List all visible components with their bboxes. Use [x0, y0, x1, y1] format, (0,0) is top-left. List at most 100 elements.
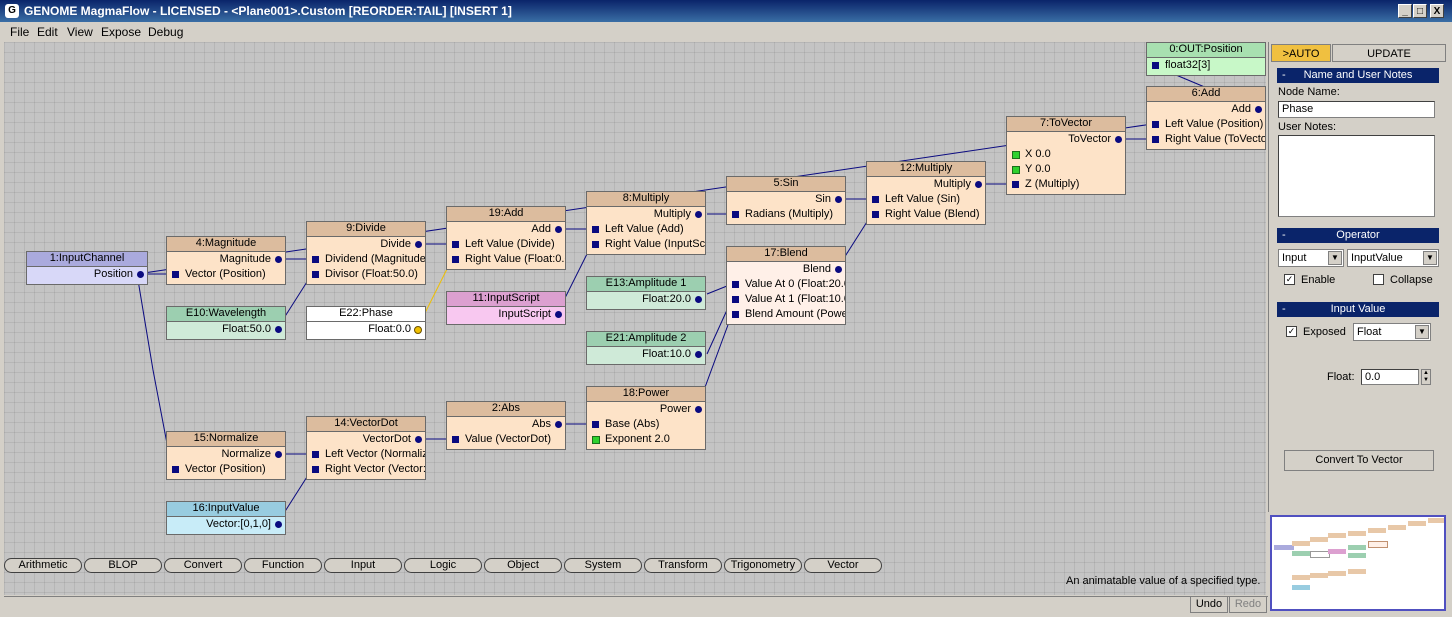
undo-button[interactable]: Undo: [1190, 596, 1228, 613]
input-value-section-header[interactable]: - Input Value: [1277, 302, 1439, 317]
category-object-button[interactable]: Object: [484, 558, 562, 573]
input-port[interactable]: Left Vector (Normaliz: [307, 447, 425, 462]
node-inputscript[interactable]: 11:InputScript InputScript: [446, 291, 566, 325]
operator-type-select[interactable]: InputValue ▼: [1347, 249, 1439, 267]
output-port[interactable]: Divide: [307, 237, 425, 252]
exposed-checkbox[interactable]: ✓: [1286, 326, 1297, 337]
graph-minimap[interactable]: [1270, 515, 1446, 611]
input-port[interactable]: Vector (Position): [167, 462, 285, 477]
node-vectordot[interactable]: 14:VectorDot VectorDot Left Vector (Norm…: [306, 416, 426, 480]
node-normalize[interactable]: 15:Normalize Normalize Vector (Position): [166, 431, 286, 480]
menu-expose[interactable]: Expose: [101, 25, 141, 39]
input-port[interactable]: Z (Multiply): [1007, 177, 1125, 192]
node-tovector[interactable]: 7:ToVector ToVector X 0.0 Y 0.0 Z (Multi…: [1006, 116, 1126, 195]
menu-file[interactable]: File: [10, 25, 29, 39]
node-multiply-8[interactable]: 8:Multiply Multiply Left Value (Add) Rig…: [586, 191, 706, 255]
input-port[interactable]: Right Value (Float:0.0: [447, 252, 565, 267]
input-port[interactable]: Y 0.0: [1007, 162, 1125, 177]
output-port[interactable]: Add: [1147, 102, 1265, 117]
output-port[interactable]: VectorDot: [307, 432, 425, 447]
menu-edit[interactable]: Edit: [37, 25, 58, 39]
input-port[interactable]: Right Value (Blend): [867, 207, 985, 222]
node-amplitude-2[interactable]: E21:Amplitude 2 Float:10.0: [586, 331, 706, 365]
value-type-select[interactable]: Float ▼: [1353, 323, 1431, 341]
node-amplitude-1[interactable]: E13:Amplitude 1 Float:20.0: [586, 276, 706, 310]
input-port[interactable]: Divisor (Float:50.0): [307, 267, 425, 282]
operator-section-header[interactable]: - Operator: [1277, 228, 1439, 243]
menu-debug[interactable]: Debug: [148, 25, 183, 39]
output-port[interactable]: Float:20.0: [587, 292, 705, 307]
input-port[interactable]: Dividend (Magnitude): [307, 252, 425, 267]
output-port[interactable]: Blend: [727, 262, 845, 277]
category-vector-button[interactable]: Vector: [804, 558, 882, 573]
node-multiply-12[interactable]: 12:Multiply Multiply Left Value (Sin) Ri…: [866, 161, 986, 225]
node-magnitude[interactable]: 4:Magnitude Magnitude Vector (Position): [166, 236, 286, 285]
collapse-icon[interactable]: -: [1282, 302, 1286, 317]
category-function-button[interactable]: Function: [244, 558, 322, 573]
input-port[interactable]: Value (VectorDot): [447, 432, 565, 447]
output-port[interactable]: Multiply: [867, 177, 985, 192]
redo-button[interactable]: Redo: [1229, 596, 1267, 613]
category-system-button[interactable]: System: [564, 558, 642, 573]
category-logic-button[interactable]: Logic: [404, 558, 482, 573]
input-port[interactable]: Left Value (Position): [1147, 117, 1265, 132]
auto-tab[interactable]: >AUTO: [1271, 44, 1331, 62]
output-port[interactable]: InputScript: [447, 307, 565, 322]
collapse-checkbox[interactable]: [1373, 274, 1384, 285]
input-port[interactable]: Exponent 2.0: [587, 432, 705, 447]
output-port[interactable]: Float:0.0: [307, 322, 425, 337]
maximize-button[interactable]: □: [1413, 4, 1427, 18]
output-port[interactable]: Abs: [447, 417, 565, 432]
category-input-button[interactable]: Input: [324, 558, 402, 573]
node-sin[interactable]: 5:Sin Sin Radians (Multiply): [726, 176, 846, 225]
node-blend[interactable]: 17:Blend Blend Value At 0 (Float:20.0 Va…: [726, 246, 846, 325]
input-port[interactable]: Right Value (ToVecto: [1147, 132, 1265, 147]
node-graph-canvas[interactable]: 1:InputChannel Position 4:Magnitude Magn…: [4, 42, 1266, 595]
node-name-input[interactable]: Phase: [1278, 101, 1435, 118]
input-port[interactable]: Vector (Position): [167, 267, 285, 282]
node-abs[interactable]: 2:Abs Abs Value (VectorDot): [446, 401, 566, 450]
update-tab[interactable]: UPDATE: [1332, 44, 1446, 62]
output-port[interactable]: Vector:[0,1,0]: [167, 517, 285, 532]
user-notes-textarea[interactable]: [1278, 135, 1435, 217]
node-out-position[interactable]: 0:OUT:Position float32[3]: [1146, 42, 1266, 76]
collapse-icon[interactable]: -: [1282, 68, 1286, 83]
node-inputvalue[interactable]: 16:InputValue Vector:[0,1,0]: [166, 501, 286, 535]
output-port[interactable]: Add: [447, 222, 565, 237]
category-arithmetic-button[interactable]: Arithmetic: [4, 558, 82, 573]
operator-category-select[interactable]: Input ▼: [1278, 249, 1344, 267]
category-trigonometry-button[interactable]: Trigonometry: [724, 558, 802, 573]
float-spinner[interactable]: ▲ ▼: [1421, 369, 1431, 385]
input-port[interactable]: Left Value (Add): [587, 222, 705, 237]
output-port[interactable]: Sin: [727, 192, 845, 207]
input-port[interactable]: Left Value (Sin): [867, 192, 985, 207]
output-port[interactable]: Normalize: [167, 447, 285, 462]
category-convert-button[interactable]: Convert: [164, 558, 242, 573]
output-port[interactable]: Float:50.0: [167, 322, 285, 337]
collapse-icon[interactable]: -: [1282, 228, 1286, 243]
output-port[interactable]: Multiply: [587, 207, 705, 222]
input-port[interactable]: Left Value (Divide): [447, 237, 565, 252]
input-port[interactable]: Right Vector (Vector:: [307, 462, 425, 477]
node-input-channel[interactable]: 1:InputChannel Position: [26, 251, 148, 285]
input-port[interactable]: Blend Amount (Powe: [727, 307, 845, 322]
input-port[interactable]: Right Value (InputScri: [587, 237, 705, 252]
name-notes-section-header[interactable]: - Name and User Notes: [1277, 68, 1439, 83]
input-port[interactable]: Base (Abs): [587, 417, 705, 432]
node-wavelength[interactable]: E10:Wavelength Float:50.0: [166, 306, 286, 340]
input-port[interactable]: Value At 1 (Float:10.0: [727, 292, 845, 307]
category-blop-button[interactable]: BLOP: [84, 558, 162, 573]
node-power[interactable]: 18:Power Power Base (Abs) Exponent 2.0: [586, 386, 706, 450]
menu-view[interactable]: View: [67, 25, 93, 39]
output-port[interactable]: ToVector: [1007, 132, 1125, 147]
output-port[interactable]: Magnitude: [167, 252, 285, 267]
enable-checkbox[interactable]: ✓: [1284, 274, 1295, 285]
minimize-button[interactable]: _: [1398, 4, 1412, 18]
input-port[interactable]: Value At 0 (Float:20.0: [727, 277, 845, 292]
output-port[interactable]: Position: [27, 267, 147, 282]
output-port[interactable]: Power: [587, 402, 705, 417]
input-port[interactable]: X 0.0: [1007, 147, 1125, 162]
node-add-19[interactable]: 19:Add Add Left Value (Divide) Right Val…: [446, 206, 566, 270]
convert-to-vector-button[interactable]: Convert To Vector: [1284, 450, 1434, 471]
input-port[interactable]: float32[3]: [1147, 58, 1265, 73]
